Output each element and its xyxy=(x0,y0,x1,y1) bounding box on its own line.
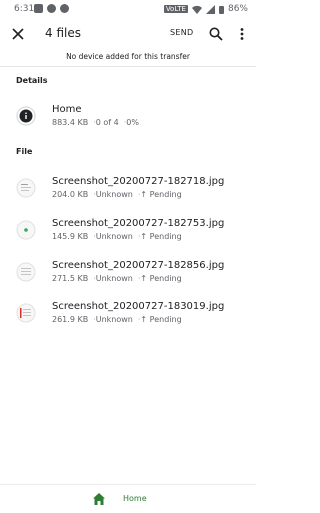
file-status: ↑ Pending xyxy=(140,274,182,283)
file-size: 261.9 KB xyxy=(52,315,89,324)
file-name: Screenshot_20200727-182856.jpg xyxy=(52,260,225,271)
file-row[interactable]: Screenshot_20200727-182753.jpg 145.9 KB ·… xyxy=(0,218,256,252)
home-nav-label[interactable]: Home xyxy=(123,494,147,503)
home-icon xyxy=(93,493,105,505)
folder-name: Home xyxy=(52,104,82,115)
notification-icons xyxy=(34,4,69,13)
file-size: 204.0 KB xyxy=(52,190,89,199)
mail-icon xyxy=(34,4,43,13)
folder-size: 883.4 KB xyxy=(52,118,89,127)
file-thumbnail xyxy=(16,262,36,282)
status-time: 6:31 xyxy=(14,4,35,14)
file-row[interactable]: Screenshot_20200727-182856.jpg 271.5 KB ·… xyxy=(0,260,256,294)
file-name: Screenshot_20200727-183019.jpg xyxy=(52,301,225,312)
file-device: Unknown xyxy=(95,190,133,199)
system-icons: VoLTE 86% xyxy=(163,4,248,14)
wifi-icon xyxy=(191,5,202,14)
file-device: Unknown xyxy=(95,315,133,324)
bottom-navigation: Home xyxy=(0,484,256,513)
file-size: 271.5 KB xyxy=(52,274,89,283)
transfer-subtitle: No device added for this transfer xyxy=(66,52,190,61)
page-title: 4 files xyxy=(45,26,81,40)
file-row[interactable]: Screenshot_20200727-182718.jpg 204.0 KB ·… xyxy=(0,176,256,210)
image-thumbnail-icon xyxy=(16,303,36,323)
file-status: ↑ Pending xyxy=(140,315,182,324)
file-device: Unknown xyxy=(95,274,133,283)
image-thumbnail-icon xyxy=(16,220,36,240)
folder-percent: 0% xyxy=(126,118,139,127)
file-device: Unknown xyxy=(95,232,133,241)
folder-row-home[interactable]: Home 883.4 KB ·0 of 4·0% xyxy=(0,104,256,138)
more-options-button[interactable] xyxy=(234,26,250,42)
home-nav-button[interactable] xyxy=(92,491,106,505)
shield-icon xyxy=(47,4,56,13)
battery-percent: 86% xyxy=(227,4,248,14)
file-size: 145.9 KB xyxy=(52,232,89,241)
toolbar: 4 files SEND xyxy=(0,20,256,48)
file-name: Screenshot_20200727-182718.jpg xyxy=(52,176,225,187)
file-row[interactable]: Screenshot_20200727-183019.jpg 261.9 KB ·… xyxy=(0,301,256,335)
file-thumbnail xyxy=(16,303,36,323)
signal-icon xyxy=(205,4,215,14)
details-header: Details xyxy=(16,76,48,85)
volte-tag: VoLTE xyxy=(163,5,188,13)
battery-icon xyxy=(218,5,224,14)
send-button[interactable]: SEND xyxy=(170,28,193,37)
app-icon xyxy=(60,4,69,13)
file-status: ↑ Pending xyxy=(140,190,182,199)
file-thumbnail xyxy=(16,220,36,240)
search-button[interactable] xyxy=(208,26,224,42)
close-icon xyxy=(12,28,24,40)
file-thumbnail xyxy=(16,178,36,198)
folder-meta: 883.4 KB ·0 of 4·0% xyxy=(52,118,139,127)
folder-status-icon xyxy=(16,106,36,126)
more-vert-icon xyxy=(240,28,244,40)
file-meta: 271.5 KB ·Unknown ·↑ Pending xyxy=(52,274,182,283)
file-meta: 204.0 KB ·Unknown ·↑ Pending xyxy=(52,190,182,199)
close-button[interactable] xyxy=(8,24,28,44)
info-icon xyxy=(16,106,36,126)
search-icon xyxy=(209,27,223,41)
file-status: ↑ Pending xyxy=(140,232,182,241)
divider xyxy=(0,66,256,67)
image-thumbnail-icon xyxy=(16,262,36,282)
image-thumbnail-icon xyxy=(16,178,36,198)
file-header: File xyxy=(16,147,33,156)
folder-progress: 0 of 4 xyxy=(95,118,119,127)
file-meta: 261.9 KB ·Unknown ·↑ Pending xyxy=(52,315,182,324)
file-name: Screenshot_20200727-182753.jpg xyxy=(52,218,225,229)
file-meta: 145.9 KB ·Unknown ·↑ Pending xyxy=(52,232,182,241)
status-bar: 6:31 VoLTE 86% xyxy=(0,0,256,20)
